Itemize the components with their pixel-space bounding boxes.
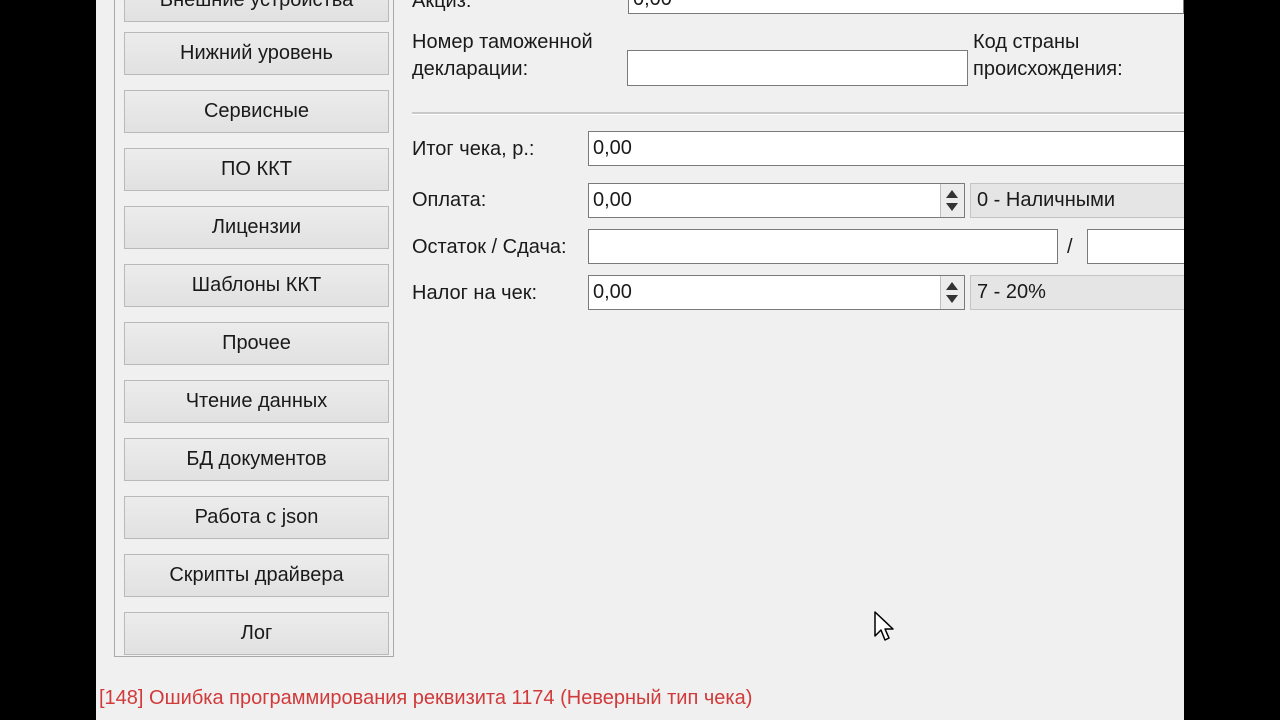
customs-declaration-input[interactable] bbox=[627, 50, 968, 86]
receipt-total-label: Итог чека, р.: bbox=[412, 138, 535, 160]
app-window: Внешние устройства Нижний уровень Сервис… bbox=[96, 0, 1184, 720]
payment-amount-spinbox[interactable]: 0,00 bbox=[588, 183, 965, 218]
receipt-total-input[interactable]: 0,00 bbox=[588, 131, 1184, 166]
spin-up-icon[interactable] bbox=[946, 282, 958, 290]
nav-button-label: Нижний уровень bbox=[180, 42, 333, 64]
nav-button-low-level[interactable]: Нижний уровень bbox=[124, 32, 389, 75]
customs-declaration-label: Номер таможенной декларации: bbox=[412, 29, 593, 83]
nav-button-label: ПО ККТ bbox=[220, 158, 292, 180]
remainder-change-label: Остаток / Сдача: bbox=[412, 236, 567, 258]
nav-button-json[interactable]: Работа с json bbox=[124, 496, 389, 539]
receipt-total-value: 0,00 bbox=[593, 137, 632, 159]
tax-type-value: 7 - 20% bbox=[977, 281, 1046, 303]
receipt-tax-label: Налог на чек: bbox=[412, 282, 538, 304]
nav-button-label: Лицензии bbox=[211, 216, 302, 238]
left-nav-panel: Внешние устройства Нижний уровень Сервис… bbox=[114, 0, 394, 657]
nav-button-read-data[interactable]: Чтение данных bbox=[124, 380, 389, 423]
nav-button-external-devices[interactable]: Внешние устройства bbox=[124, 0, 389, 22]
tax-type-select[interactable]: 7 - 20% bbox=[970, 275, 1184, 310]
customs-label-line1: Номер таможенной bbox=[412, 31, 593, 53]
excise-label: Акциз: bbox=[412, 0, 472, 12]
change-input[interactable] bbox=[1087, 229, 1184, 264]
nav-button-label: БД документов bbox=[186, 448, 327, 470]
country-label-line1: Код страны bbox=[973, 31, 1080, 53]
spin-down-icon[interactable] bbox=[946, 203, 958, 211]
nav-button-label: Чтение данных bbox=[185, 390, 328, 412]
mouse-cursor-icon bbox=[874, 611, 894, 641]
payment-value: 0,00 bbox=[593, 189, 632, 211]
payment-type-value: 0 - Наличными bbox=[977, 189, 1116, 211]
nav-button-label: Шаблоны ККТ bbox=[191, 274, 322, 296]
payment-type-select[interactable]: 0 - Наличными bbox=[970, 183, 1184, 218]
nav-button-label: Скрипты драйвера bbox=[169, 564, 344, 586]
tax-amount-spinbox[interactable]: 0,00 bbox=[588, 275, 965, 310]
nav-button-documents-db[interactable]: БД документов bbox=[124, 438, 389, 481]
nav-button-kkt-templates[interactable]: Шаблоны ККТ bbox=[124, 264, 389, 307]
nav-button-service[interactable]: Сервисные bbox=[124, 90, 389, 133]
nav-button-label: Сервисные bbox=[203, 100, 310, 122]
payment-spin-buttons[interactable] bbox=[940, 184, 964, 217]
status-error-message: [148] Ошибка программирования реквизита … bbox=[99, 687, 753, 709]
section-divider bbox=[412, 112, 1184, 115]
nav-button-other[interactable]: Прочее bbox=[124, 322, 389, 365]
nav-button-label: Внешние устройства bbox=[159, 0, 354, 11]
nav-button-kkt-software[interactable]: ПО ККТ bbox=[124, 148, 389, 191]
excise-value: 0,00 bbox=[633, 0, 672, 11]
country-label-line2: происхождения: bbox=[973, 58, 1123, 80]
country-of-origin-label: Код страны происхождения: bbox=[973, 29, 1123, 83]
nav-button-licenses[interactable]: Лицензии bbox=[124, 206, 389, 249]
excise-input[interactable]: 0,00 bbox=[628, 0, 1184, 14]
nav-button-label: Работа с json bbox=[194, 506, 319, 528]
nav-button-driver-scripts[interactable]: Скрипты драйвера bbox=[124, 554, 389, 597]
tax-spin-buttons[interactable] bbox=[940, 276, 964, 309]
nav-button-log[interactable]: Лог bbox=[124, 612, 389, 655]
payment-label: Оплата: bbox=[412, 189, 487, 211]
tax-value: 0,00 bbox=[593, 281, 632, 303]
remainder-separator: / bbox=[1067, 236, 1073, 258]
spin-up-icon[interactable] bbox=[946, 190, 958, 198]
remainder-input[interactable] bbox=[588, 229, 1058, 264]
spin-down-icon[interactable] bbox=[946, 295, 958, 303]
customs-label-line2: декларации: bbox=[412, 58, 529, 80]
nav-button-label: Лог bbox=[240, 622, 273, 644]
nav-button-label: Прочее bbox=[222, 332, 291, 354]
